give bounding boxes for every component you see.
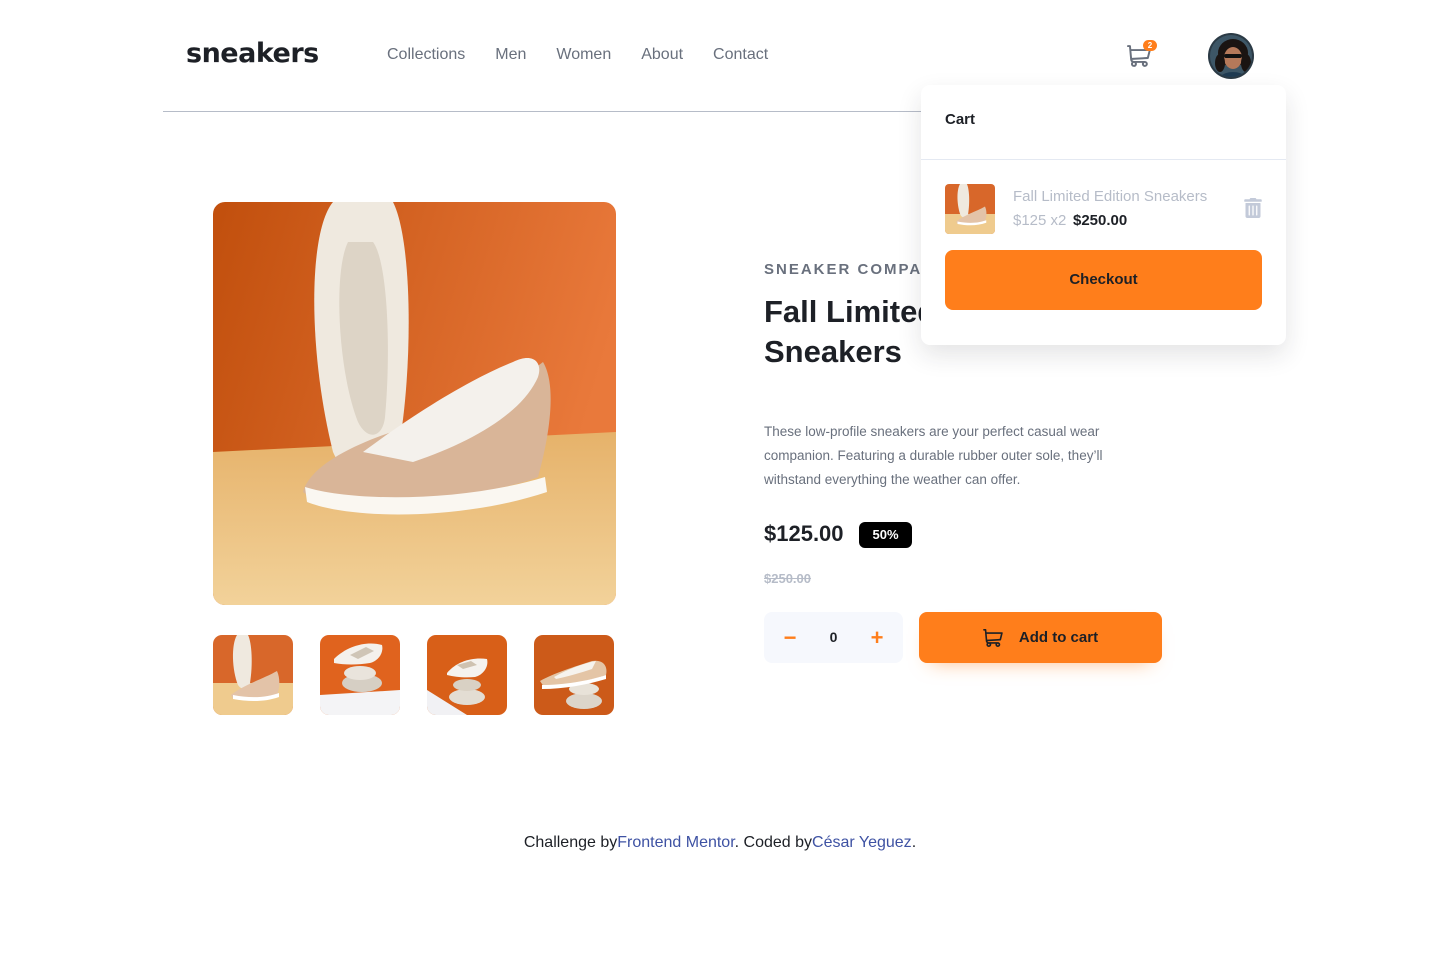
cart-count-badge: 2	[1143, 40, 1157, 51]
cart-divider	[921, 159, 1286, 160]
current-price: $125.00	[764, 521, 844, 546]
nav-women[interactable]: Women	[556, 46, 611, 64]
avatar-image	[1210, 35, 1252, 77]
attribution-suffix: .	[911, 834, 917, 851]
thumbnail-2[interactable]	[320, 635, 400, 715]
trash-icon	[1244, 197, 1262, 218]
thumbnail-1-image	[213, 635, 293, 715]
cart-item-image	[945, 184, 995, 234]
attribution-prefix: Challenge by	[523, 834, 618, 851]
nav-men[interactable]: Men	[495, 46, 526, 64]
quantity-input[interactable]	[814, 612, 853, 663]
avatar[interactable]	[1208, 33, 1254, 79]
cart-item-unit-price: $125 x2	[1013, 212, 1067, 229]
cart-dropdown: Cart Fall Limited Edition Sneakers $125 …	[921, 85, 1286, 345]
thumbnail-3[interactable]	[427, 635, 507, 715]
nav-collections[interactable]: Collections	[387, 46, 465, 64]
main-product-image[interactable]	[213, 202, 616, 605]
logo[interactable]: sneakers	[186, 38, 319, 69]
cart-item-total: $250.00	[1073, 212, 1128, 229]
cart-icon	[983, 628, 1003, 647]
decrease-quantity-button[interactable]: −	[770, 612, 810, 663]
frontend-mentor-link[interactable]: Frontend Mentor	[617, 834, 734, 851]
thumbnail-4[interactable]	[534, 635, 614, 715]
thumbnail-2-image	[320, 635, 400, 715]
attribution-footer: Challenge byFrontend Mentor. Coded byCés…	[0, 834, 1440, 852]
increase-quantity-button[interactable]: +	[857, 612, 897, 663]
cart-button[interactable]: 2	[1127, 40, 1157, 70]
discount-badge: 50%	[859, 522, 912, 548]
cart-heading: Cart	[945, 111, 976, 128]
add-to-cart-button[interactable]: Add to cart	[919, 612, 1162, 663]
add-to-cart-label: Add to cart	[1018, 629, 1099, 646]
thumbnail-list	[213, 635, 614, 715]
sneaker-photo	[213, 202, 616, 605]
checkout-button[interactable]: Checkout	[945, 250, 1262, 310]
company-name: SNEAKER COMPANY	[764, 261, 948, 278]
quantity-stepper: − +	[764, 612, 903, 663]
main-nav: Collections Men Women About Contact	[387, 46, 768, 64]
thumbnail-4-image	[534, 635, 614, 715]
nav-contact[interactable]: Contact	[713, 46, 768, 64]
cart-item-thumbnail	[945, 184, 995, 234]
original-price: $250.00	[764, 571, 811, 586]
thumbnail-3-image	[427, 635, 507, 715]
attribution-middle: . Coded by	[734, 834, 813, 851]
author-link[interactable]: César Yeguez	[812, 834, 912, 851]
thumbnail-1[interactable]	[213, 635, 293, 715]
delete-item-button[interactable]	[1244, 197, 1264, 218]
product-description: These low-profile sneakers are your perf…	[764, 424, 1103, 487]
cart-item-name: Fall Limited Edition Sneakers	[1013, 188, 1208, 205]
nav-about[interactable]: About	[641, 46, 683, 64]
